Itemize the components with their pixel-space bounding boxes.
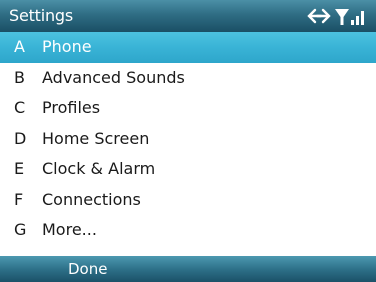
menu-item-label: Advanced Sounds: [42, 67, 185, 87]
settings-screen: Settings A Phone B Advanced Sounds C Pro…: [0, 0, 376, 282]
menu-item-key: B: [14, 67, 25, 87]
menu-item-label: Home Screen: [42, 128, 150, 148]
menu-item-more[interactable]: G More...: [0, 215, 376, 246]
menu-item-phone[interactable]: A Phone: [0, 32, 376, 63]
menu-item-home-screen[interactable]: D Home Screen: [0, 124, 376, 155]
page-title: Settings: [9, 6, 74, 25]
menu-item-label: Phone: [42, 37, 92, 56]
menu-item-label: Connections: [42, 189, 141, 209]
menu-item-key: G: [14, 220, 27, 239]
menu-item-label: More...: [42, 220, 97, 239]
menu-item-key: A: [14, 37, 25, 56]
menu-item-connections[interactable]: F Connections: [0, 185, 376, 216]
menu-item-profiles[interactable]: C Profiles: [0, 93, 376, 124]
settings-menu: A Phone B Advanced Sounds C Profiles D H…: [0, 32, 376, 246]
menu-item-label: Profiles: [42, 98, 101, 117]
menu-item-label: Clock & Alarm: [42, 159, 156, 178]
status-icons: [307, 8, 364, 25]
menu-item-key: D: [14, 128, 27, 148]
menu-item-key: C: [14, 98, 26, 117]
menu-item-key: E: [14, 159, 25, 178]
menu-item-clock-alarm[interactable]: E Clock & Alarm: [0, 154, 376, 185]
data-connection-icon: [307, 8, 331, 24]
menu-item-key: F: [14, 189, 24, 209]
done-softkey[interactable]: Done: [68, 256, 107, 282]
title-bar: Settings: [0, 0, 376, 32]
softkey-bar: Done: [0, 256, 376, 282]
menu-item-advanced-sounds[interactable]: B Advanced Sounds: [0, 63, 376, 94]
signal-strength-icon: [335, 9, 364, 25]
